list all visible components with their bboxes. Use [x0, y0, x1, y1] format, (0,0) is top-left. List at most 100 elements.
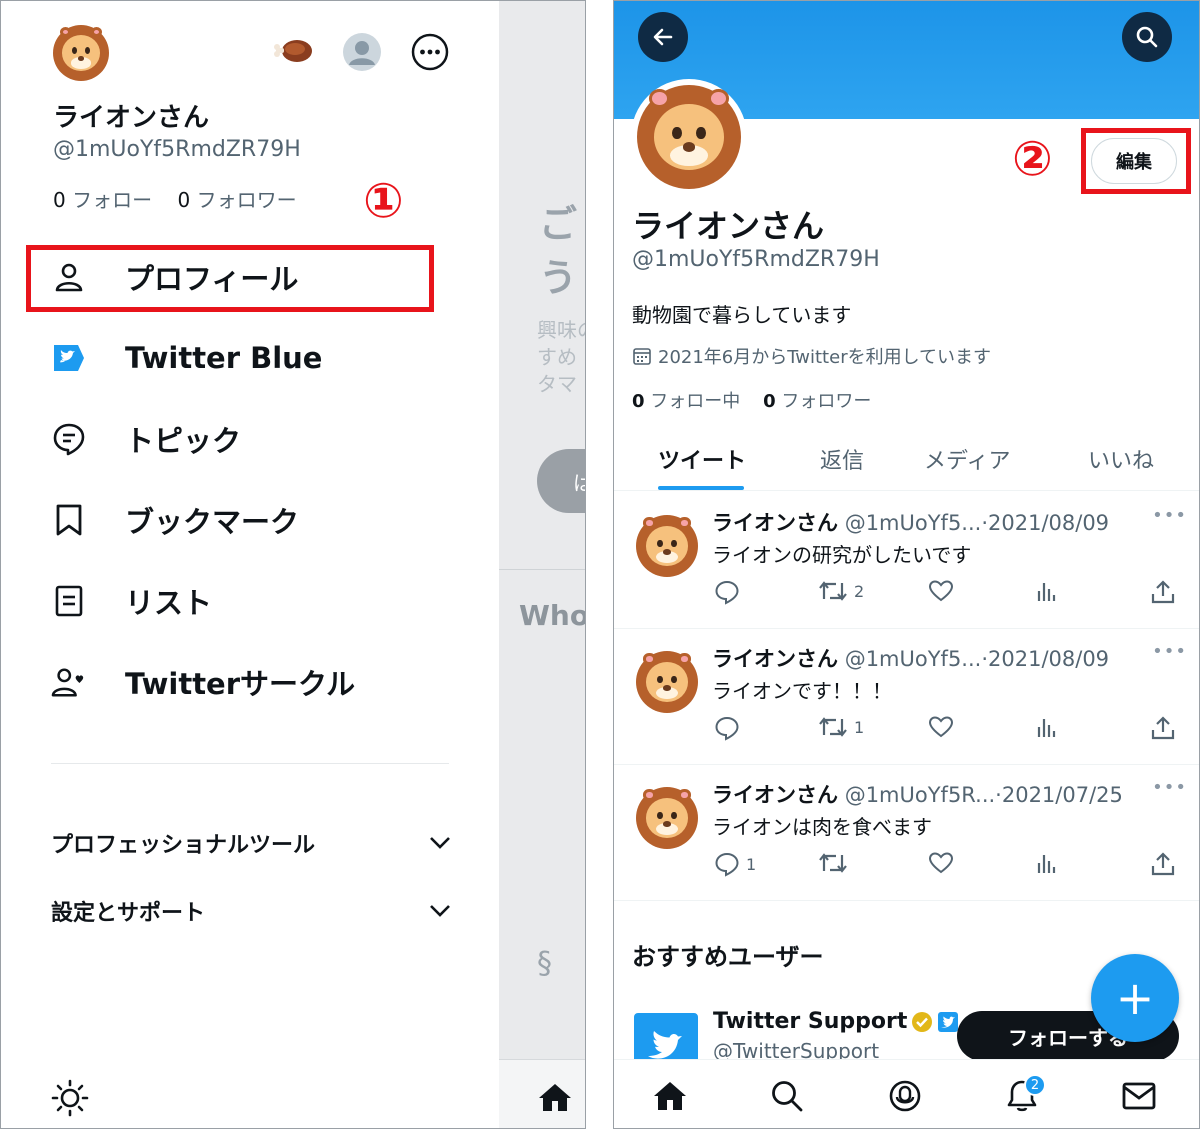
nav-search[interactable] — [769, 1078, 805, 1114]
followers-link[interactable]: 0 フォロワー — [178, 188, 297, 212]
chevron-down-icon — [430, 837, 450, 849]
home-icon — [654, 1082, 686, 1110]
heart-icon — [928, 716, 954, 738]
more-options-icon[interactable] — [411, 33, 449, 71]
reply-icon — [715, 580, 739, 605]
following-link[interactable]: 0 フォロー — [53, 188, 152, 212]
retweet-button[interactable] — [818, 851, 854, 875]
profile-following-label: フォロー中 — [650, 391, 741, 412]
share-button[interactable] — [1150, 851, 1176, 877]
search-button[interactable] — [1122, 12, 1172, 62]
search-icon — [1136, 26, 1158, 48]
active-tab-indicator — [658, 486, 744, 490]
like-button[interactable] — [928, 715, 954, 739]
tweet-text: ライオンは肉を食べます — [712, 815, 932, 839]
recommended-user-name-text: Twitter Support — [713, 1009, 908, 1034]
accordion-label-professional-tools: プロフェッショナルツール — [51, 833, 316, 858]
heart-icon — [928, 852, 954, 874]
profile-followers-label: フォロワー — [781, 391, 872, 412]
annotation-step-1: ① — [363, 173, 404, 229]
tab-replies[interactable]: 返信 — [820, 443, 864, 475]
tab-tweets[interactable]: ツイート — [658, 443, 746, 475]
annotation-step-2: ② — [1012, 131, 1053, 187]
share-icon — [1151, 580, 1175, 604]
profile-following-link[interactable]: 0 フォロー中 — [632, 391, 740, 412]
back-button[interactable] — [638, 12, 688, 62]
reply-button[interactable] — [714, 715, 746, 741]
share-button[interactable] — [1150, 579, 1176, 605]
retweet-count: 2 — [854, 581, 865, 601]
recommended-users-title: おすすめユーザー — [632, 943, 824, 971]
retweet-icon — [819, 581, 847, 601]
views-button[interactable] — [1036, 851, 1058, 875]
nav-spaces[interactable] — [887, 1078, 923, 1114]
like-button[interactable] — [928, 851, 954, 875]
reply-button[interactable] — [714, 579, 746, 605]
tweet-more-icon[interactable]: ••• — [1152, 505, 1187, 526]
menu-item-twitter-blue[interactable]: Twitter Blue — [51, 328, 451, 388]
profile-handle: @1mUoYf5RmdZR79H — [632, 247, 880, 272]
tweet-author[interactable]: ライオンさん — [712, 647, 838, 671]
share-button[interactable] — [1150, 715, 1176, 741]
default-avatar-icon[interactable] — [343, 33, 381, 71]
compose-tweet-button[interactable]: + — [1091, 954, 1179, 1042]
reply-icon — [715, 852, 739, 877]
heart-icon — [928, 580, 954, 602]
meat-account-icon[interactable] — [273, 37, 315, 65]
tweet-meta: ライオンさん @1mUoYf5...·2021/08/09 — [712, 643, 1109, 673]
drawer-avatar[interactable] — [53, 25, 109, 81]
menu-item-lists[interactable]: リスト — [51, 571, 451, 631]
bg-button: は — [537, 449, 585, 513]
home-icon[interactable] — [537, 1082, 573, 1112]
bg-loading-icon: § — [537, 946, 552, 981]
menu-item-bookmarks[interactable]: ブックマーク — [51, 490, 451, 550]
reply-button[interactable]: 1 — [714, 851, 756, 877]
display-brightness-icon[interactable] — [51, 1079, 89, 1117]
profile-avatar-frame[interactable] — [631, 79, 747, 195]
tweet-more-icon[interactable]: ••• — [1152, 777, 1187, 798]
drawer-user-handle: @1mUoYf5RmdZR79H — [53, 137, 301, 162]
accordion-settings-support[interactable]: 設定とサポート — [51, 895, 451, 927]
notifications-badge: 2 — [1024, 1074, 1046, 1096]
tweet-avatar[interactable] — [636, 651, 698, 713]
retweet-button[interactable]: 2 — [818, 579, 864, 603]
spaces-icon — [889, 1080, 921, 1112]
tweet-author[interactable]: ライオンさん — [712, 511, 838, 535]
views-button[interactable] — [1036, 715, 1058, 739]
tab-media[interactable]: メディア — [924, 443, 1010, 475]
recommended-user-name: Twitter Support — [713, 1009, 959, 1034]
views-button[interactable] — [1036, 579, 1058, 603]
right-screenshot: ② 編集 ライオンさん @1mUoYf5RmdZR79H 動物園で暮らしています… — [613, 0, 1200, 1129]
profile-followers-link[interactable]: 0 フォロワー — [763, 391, 871, 412]
edit-profile-button[interactable]: 編集 — [1091, 138, 1177, 184]
menu-item-profile[interactable]: プロフィール — [51, 247, 451, 307]
tweet-avatar[interactable] — [636, 787, 698, 849]
nav-home[interactable] — [652, 1078, 688, 1114]
bg-divider — [499, 569, 585, 570]
tweet-author[interactable]: ライオンさん — [712, 783, 838, 807]
accordion-professional-tools[interactable]: プロフェッショナルツール — [51, 827, 451, 859]
analytics-icon — [1037, 583, 1056, 601]
tweet[interactable]: ライオンさん @1mUoYf5...·2021/08/09 ••• ライオンの研… — [614, 493, 1199, 629]
tweet-avatar[interactable] — [636, 515, 698, 577]
menu-label-twitter-blue: Twitter Blue — [125, 341, 323, 375]
menu-item-topics[interactable]: トピック — [51, 409, 451, 469]
tab-likes[interactable]: いいね — [1088, 443, 1154, 475]
like-button[interactable] — [928, 579, 954, 603]
tweet[interactable]: ライオンさん @1mUoYf5...·2021/08/09 ••• ライオンです… — [614, 629, 1199, 765]
twitter-bird-icon — [648, 1031, 682, 1059]
tweet-actions: 1 — [712, 851, 1182, 881]
nav-messages[interactable] — [1121, 1078, 1157, 1114]
bg-heading-2: う — [539, 256, 578, 300]
search-icon — [772, 1081, 803, 1112]
menu-item-twitter-circle[interactable]: Twitterサークル — [51, 652, 451, 712]
retweet-button[interactable]: 1 — [818, 715, 864, 739]
profile-tabs: ツイート 返信 メディア いいね — [614, 431, 1199, 491]
tweet[interactable]: ライオンさん @1mUoYf5R...·2021/07/25 ••• ライオンは… — [614, 765, 1199, 901]
bottom-nav: 2 — [614, 1059, 1199, 1128]
tweet-handle-date: @1mUoYf5R...·2021/07/25 — [844, 783, 1123, 807]
profile-bio: 動物園で暮らしています — [632, 303, 852, 327]
analytics-icon — [1037, 719, 1056, 737]
tweet-more-icon[interactable]: ••• — [1152, 641, 1187, 662]
nav-notifications[interactable]: 2 — [1004, 1074, 1046, 1114]
